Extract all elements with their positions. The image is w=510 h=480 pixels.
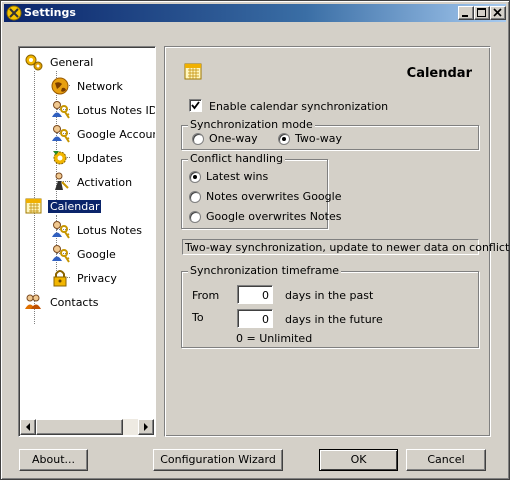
to-days-input[interactable]: [237, 309, 273, 328]
title-bar[interactable]: Settings: [4, 4, 506, 22]
one-way-label: One-way: [209, 132, 258, 145]
tree-item-lotus-notes[interactable]: Lotus Notes: [50, 220, 150, 240]
maximize-button[interactable]: [474, 6, 490, 20]
tree-item-label: Privacy: [77, 272, 117, 285]
tree-item-label: General: [50, 56, 94, 69]
tree-item-google-account[interactable]: Google Account: [50, 124, 156, 144]
settings-window: Settings General Network Lotus Notes ID …: [0, 0, 510, 480]
conflict-handling-group: Conflict handling Latest wins Notes over…: [181, 152, 341, 229]
tree-item-label: Updates: [77, 152, 123, 165]
tree-horizontal-scrollbar[interactable]: [20, 419, 154, 435]
unlimited-note: 0 = Unlimited: [236, 332, 313, 345]
latest-wins-label: Latest wins: [206, 170, 269, 183]
key-user-icon: [52, 245, 70, 263]
enable-sync-checkbox[interactable]: [189, 99, 202, 112]
arrow-right-icon: [144, 423, 148, 431]
gear-arrow-icon: [53, 151, 67, 165]
tree-item-privacy[interactable]: Privacy: [50, 268, 150, 288]
tree-item-network[interactable]: Network: [50, 76, 150, 96]
tree-item-label: Activation: [77, 176, 133, 189]
globe-icon: [51, 77, 69, 95]
ok-button[interactable]: OK: [319, 449, 398, 471]
two-way-label: Two-way: [295, 132, 343, 145]
tree-item-label: Lotus Notes: [77, 224, 142, 237]
notes-overwrites-google-radio[interactable]: [189, 191, 201, 203]
sync-timeframe-group: Synchronization timeframe From days in t…: [181, 264, 479, 348]
minimize-icon: [462, 15, 468, 17]
close-button[interactable]: [490, 6, 506, 20]
scroll-left-button[interactable]: [20, 419, 36, 435]
notes-overwrites-google-label: Notes overwrites Google: [206, 190, 342, 203]
tree-item-label: Google: [77, 248, 116, 261]
calendar-icon: [184, 63, 202, 80]
from-label: From: [192, 289, 220, 302]
google-overwrites-notes-radio[interactable]: [189, 211, 201, 223]
maximize-icon: [477, 8, 486, 17]
calendar-settings-panel: Calendar Enable calendar synchronization…: [164, 46, 509, 437]
scrollbar-thumb[interactable]: [36, 419, 123, 435]
tree-item-general[interactable]: General: [23, 52, 143, 72]
person-key-icon: [55, 172, 69, 190]
window-title: Settings: [24, 6, 76, 19]
tree-item-label: Calendar: [48, 200, 102, 213]
to-suffix-label: days in the future: [285, 313, 383, 326]
sync-mode-group: Synchronization mode One-way Two-way: [181, 118, 479, 150]
people-icon: [25, 294, 41, 309]
tree-item-google[interactable]: Google: [50, 244, 150, 264]
from-suffix-label: days in the past: [285, 289, 374, 302]
sync-timeframe-group-label: Synchronization timeframe: [188, 264, 342, 277]
key-user-icon: [52, 125, 70, 143]
two-way-radio[interactable]: [278, 133, 290, 145]
tree-item-calendar[interactable]: Calendar: [23, 196, 123, 216]
key-user-icon: [52, 221, 70, 239]
conflict-handling-group-label: Conflict handling: [188, 152, 285, 165]
settings-tree[interactable]: General Network Lotus Notes ID Google Ac…: [18, 46, 156, 437]
one-way-radio[interactable]: [192, 133, 204, 145]
key-user-icon: [52, 101, 70, 119]
arrow-left-icon: [26, 423, 30, 431]
close-icon: [493, 8, 502, 17]
gears-icon: [25, 54, 43, 71]
cancel-button[interactable]: Cancel: [406, 449, 486, 471]
tree-item-contacts[interactable]: Contacts: [23, 292, 123, 312]
sync-mode-group-label: Synchronization mode: [188, 118, 315, 131]
latest-wins-radio[interactable]: [189, 171, 201, 183]
google-overwrites-notes-label: Google overwrites Notes: [206, 210, 342, 223]
tree-item-label: Google Account: [77, 128, 156, 141]
tree-item-label: Lotus Notes ID: [77, 104, 156, 117]
calendar-icon: [25, 198, 42, 214]
to-label: To: [192, 311, 204, 324]
tree-item-label: Network: [77, 80, 123, 93]
padlock-icon: [53, 270, 67, 287]
minimize-button[interactable]: [458, 6, 474, 20]
checkmark-icon: [191, 101, 200, 110]
scroll-right-button[interactable]: [138, 419, 154, 435]
tree-item-activation[interactable]: Activation: [50, 172, 150, 192]
about-button[interactable]: About...: [19, 449, 88, 471]
sync-description-text: Two-way synchronization, update to newer…: [182, 239, 509, 255]
tree-item-label: Contacts: [50, 296, 99, 309]
panel-title: Calendar: [406, 66, 472, 81]
enable-sync-label: Enable calendar synchronization: [209, 100, 389, 113]
configuration-wizard-button[interactable]: Configuration Wizard: [153, 449, 283, 471]
tree-item-lotus-notes-id[interactable]: Lotus Notes ID: [50, 100, 156, 120]
app-icon: [6, 5, 22, 21]
tree-item-updates[interactable]: Updates: [50, 148, 150, 168]
from-days-input[interactable]: [237, 285, 273, 304]
